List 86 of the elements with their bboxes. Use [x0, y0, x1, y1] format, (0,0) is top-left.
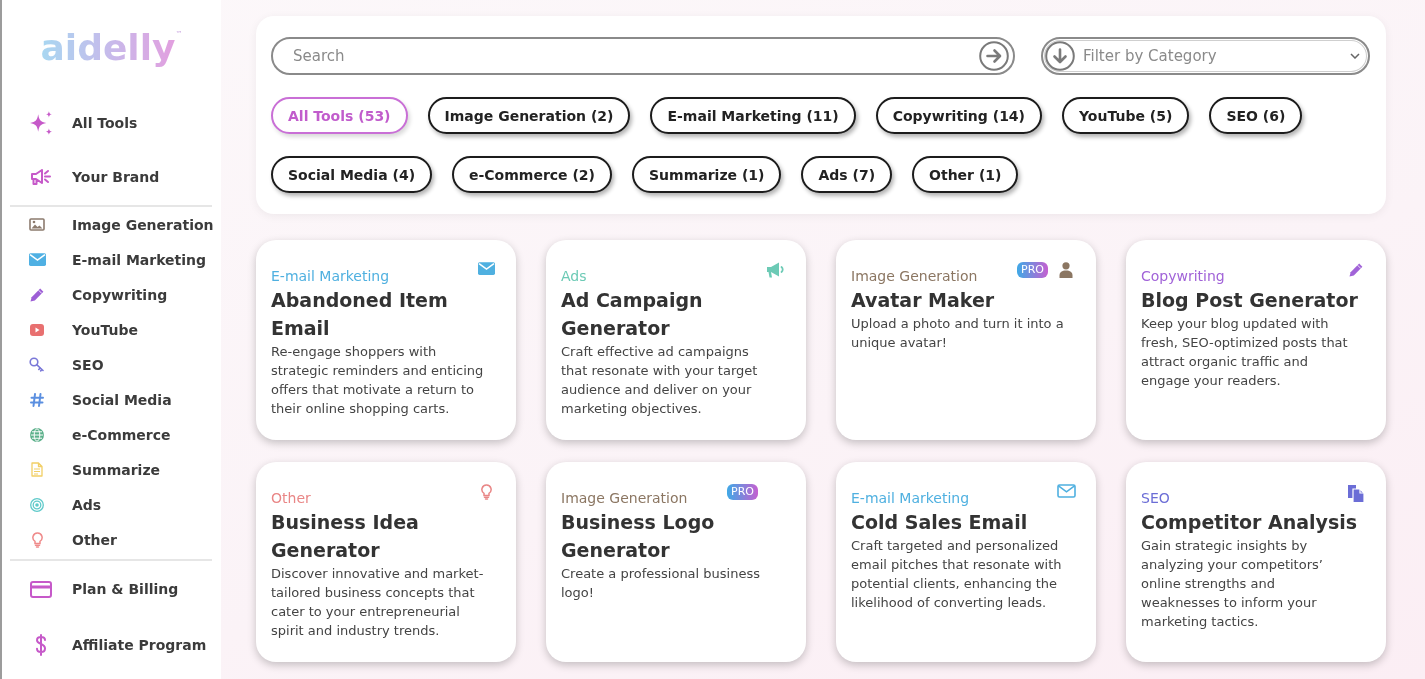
tool-card[interactable]: Ads Ad Campaign Generator Craft effective ad campaigns that resonate with your target audience and deliver on your marketing objectives. — [546, 240, 806, 440]
globe-icon — [30, 427, 44, 442]
tool-card[interactable]: Image Generation PRO Business Logo Generator Create a professional business logo! — [546, 462, 806, 662]
card-description: Discover innovative and market-tailored business concepts that cater to your entrepreneurial spirit and industry trends. — [271, 565, 485, 640]
sidebar-item[interactable]: Social Media — [2, 382, 221, 417]
sidebar-item[interactable]: All Tools — [2, 96, 221, 150]
category-chip[interactable]: E-mail Marketing (11) — [650, 97, 856, 134]
sidebar-item[interactable]: e-Commerce — [2, 417, 221, 452]
dollar-icon — [35, 634, 47, 656]
card-description: Craft effective ad campaigns that resonate with your target audience and deliver on your marketing objectives. — [561, 343, 759, 418]
sidebar-item[interactable]: Ads — [2, 487, 221, 522]
search-field[interactable]: Search — [271, 37, 1015, 75]
card-description: Gain strategic insights by analyzing your competitors’ online strengths and weaknesses to inform your marketing tactics. — [1141, 537, 1324, 631]
lightbulb-icon — [480, 484, 492, 500]
tool-card[interactable]: Other Business Idea Generator Discover innovative and market-tailored business concepts that cater to your entrepreneurial spirit and industry trends. — [256, 462, 516, 662]
card-category: E-mail Marketing — [851, 489, 971, 508]
sidebar-item[interactable]: YouTube — [2, 312, 221, 347]
card-category: SEO — [1141, 489, 1171, 508]
card-category: Other — [271, 489, 312, 508]
category-chip[interactable]: Copywriting (14) — [875, 97, 1042, 134]
card-title: Business Logo Generator — [561, 510, 716, 563]
category-chip[interactable]: Ads (7) — [801, 156, 893, 193]
megaphone-icon — [30, 168, 52, 186]
category-filter-select[interactable]: Filter by Category — [1041, 37, 1370, 75]
category-chip[interactable]: All Tools (53) — [271, 97, 408, 134]
category-chip[interactable]: Summarize (1) — [632, 156, 782, 193]
search-submit-button[interactable] — [979, 41, 1009, 71]
sidebar-item[interactable]: Your Brand — [2, 150, 221, 204]
card-description: Craft targeted and personalized email pitches that resonate with potential clients, enhancing the likelihood of converting leads. — [851, 537, 1063, 612]
target-icon — [30, 497, 44, 512]
credit-card-icon — [30, 580, 52, 598]
image-icon — [29, 218, 45, 231]
category-chip[interactable]: Other (1) — [912, 156, 1019, 193]
key-icon — [29, 357, 45, 372]
card-description: Keep your blog updated with fresh, SEO-optimized posts that attract organic traffic and engage your readers. — [1141, 315, 1349, 390]
category-chip[interactable]: YouTube (5) — [1062, 97, 1190, 134]
sidebar-item[interactable]: Affiliate Program — [2, 617, 221, 673]
card-title: Business Idea Generator — [271, 510, 420, 563]
card-description: Upload a photo and turn it into a unique avatar! — [851, 315, 1065, 352]
sidebar-item[interactable]: Summarize — [2, 452, 221, 487]
tool-card[interactable]: E-mail Marketing Cold Sales Email Craft targeted and personalized email pitches that resonate with potential clients, enhancing the likelihood of converting leads. — [836, 462, 1096, 662]
category-chip[interactable]: Social Media (4) — [271, 156, 433, 193]
pro-badge: PRO — [727, 484, 758, 500]
pencil-icon — [1348, 262, 1364, 277]
sidebar-item[interactable]: Copywriting — [2, 277, 221, 312]
hash-icon — [30, 392, 44, 407]
tool-card[interactable]: Copywriting Blog Post Generator Keep your blog updated with fresh, SEO-optimized posts that attract organic traffic and engage your readers. — [1126, 240, 1386, 440]
card-description: Create a professional business logo! — [561, 565, 761, 602]
envelope-icon — [1056, 484, 1076, 498]
chevron-down-icon — [1350, 53, 1360, 59]
lightbulb-icon — [31, 531, 43, 548]
tool-card[interactable]: Image Generation PRO Avatar Maker Upload a photo and turn it into a unique avatar! — [836, 240, 1096, 440]
card-title: Ad Campaign Generator — [561, 288, 704, 341]
document-icon — [31, 462, 43, 477]
card-title: Cold Sales Email — [851, 510, 1029, 535]
sidebar-item[interactable]: E-mail Marketing — [2, 242, 221, 277]
card-title: Avatar Maker — [851, 288, 996, 313]
tool-card[interactable]: E-mail Marketing Abandoned Item Email Re-engage shoppers with strategic reminders and enticing offers that motivate a return to their online shopping carts. — [256, 240, 516, 440]
card-title: Abandoned Item Email — [271, 288, 449, 341]
arrow-right-icon — [979, 41, 1009, 71]
envelope-icon — [477, 262, 495, 275]
sparkle-icon — [29, 111, 53, 135]
sidebar-item[interactable]: Other — [2, 522, 221, 557]
card-category: Image Generation — [851, 267, 979, 286]
tool-card[interactable]: SEO Competitor Analysis Gain strategic insights by analyzing your competitors’ online strengths and weaknesses to inform your marketing tactics. — [1126, 462, 1386, 662]
envelope-icon — [28, 253, 46, 266]
card-category: E-mail Marketing — [271, 267, 391, 286]
pro-badge: PRO — [1017, 262, 1048, 278]
card-category: Copywriting — [1141, 267, 1226, 286]
megaphone-icon — [766, 262, 786, 278]
arrow-down-icon — [1045, 41, 1075, 71]
sidebar-item[interactable]: Plan & Billing — [2, 561, 221, 617]
card-title: Competitor Analysis — [1141, 510, 1359, 535]
play-button-icon — [30, 323, 44, 336]
card-category: Ads — [561, 267, 588, 286]
pencil-icon — [29, 287, 45, 302]
card-title: Blog Post Generator — [1141, 288, 1359, 313]
category-chip[interactable]: Image Generation (2) — [427, 97, 631, 134]
sidebar-item[interactable]: SEO — [2, 347, 221, 382]
card-category: Image Generation — [561, 489, 689, 508]
copy-icon — [1347, 484, 1365, 503]
category-chip[interactable]: e-Commerce (2) — [452, 156, 612, 193]
category-chip[interactable]: SEO (6) — [1209, 97, 1303, 134]
person-icon — [1059, 262, 1073, 278]
card-description: Re-engage shoppers with strategic reminders and enticing offers that motivate a return to their online shopping carts. — [271, 343, 485, 418]
sidebar-item[interactable]: Image Generation — [2, 207, 221, 242]
